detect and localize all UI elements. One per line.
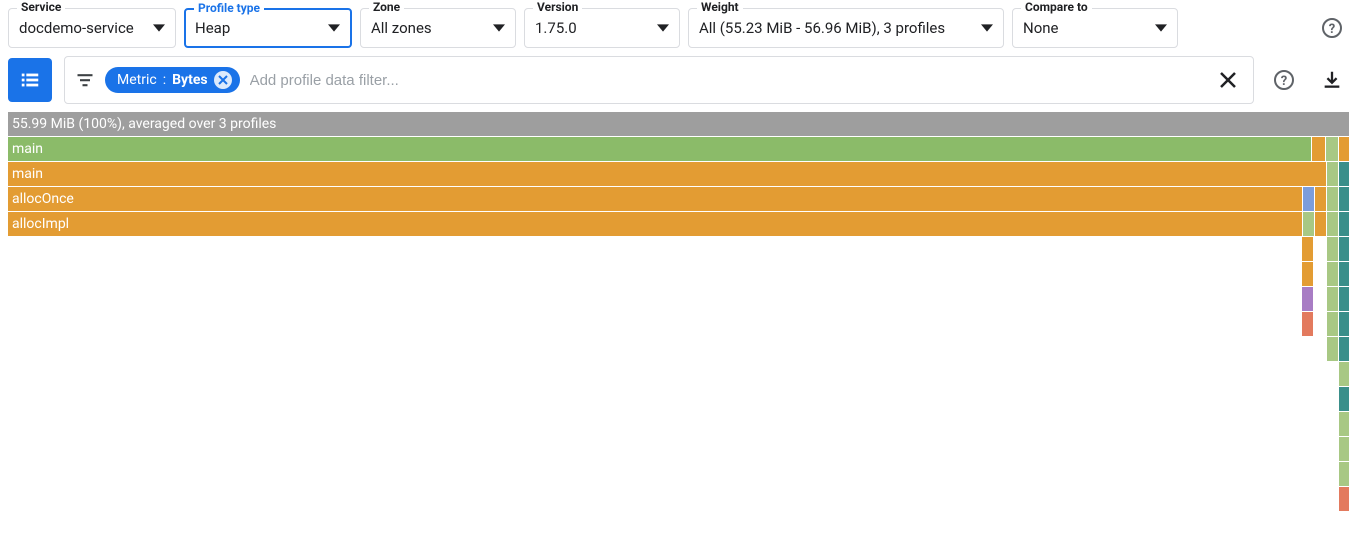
chevron-down-icon xyxy=(657,22,669,34)
flame-frame[interactable] xyxy=(1339,362,1349,386)
flame-row: main xyxy=(8,137,1350,161)
flame-row xyxy=(8,312,1350,336)
flame-frame[interactable] xyxy=(1302,237,1313,261)
list-icon xyxy=(19,69,41,91)
svg-text:?: ? xyxy=(1329,22,1335,37)
flame-row xyxy=(8,287,1350,311)
help-icon[interactable]: ? xyxy=(1266,62,1302,98)
profile-type-value: Heap xyxy=(195,19,230,37)
service-value: docdemo-service xyxy=(19,19,134,37)
flame-frame[interactable]: 55.99 MiB (100%), averaged over 3 profil… xyxy=(8,112,1349,136)
zone-value: All zones xyxy=(371,19,432,37)
flame-frame[interactable] xyxy=(1339,437,1349,461)
flame-frame[interactable] xyxy=(1302,312,1313,336)
version-dropdown[interactable]: Version 1.75.0 xyxy=(524,8,680,48)
flame-row xyxy=(8,412,1350,436)
flame-frame[interactable] xyxy=(1339,137,1349,161)
flame-frame[interactable]: allocImpl xyxy=(8,212,1302,236)
flame-row xyxy=(8,462,1350,486)
metric-chip-value: Bytes xyxy=(172,72,207,88)
flame-row xyxy=(8,262,1350,286)
flame-frame[interactable]: allocOnce xyxy=(8,187,1302,211)
flame-frame[interactable]: main xyxy=(8,162,1326,186)
flame-frame[interactable] xyxy=(1339,212,1349,236)
filter-input[interactable] xyxy=(250,72,1203,89)
flame-frame[interactable] xyxy=(1339,237,1349,261)
flame-row xyxy=(8,437,1350,461)
filter-icon[interactable] xyxy=(75,70,95,90)
flame-frame[interactable] xyxy=(1339,487,1349,511)
metric-chip-label: Metric xyxy=(117,72,157,88)
weight-value: All (55.23 MiB - 56.96 MiB), 3 profiles xyxy=(699,19,945,37)
filter-row: Metric : Bytes ? xyxy=(0,56,1358,112)
flame-row: allocImpl xyxy=(8,212,1350,236)
flame-frame[interactable] xyxy=(1339,462,1349,486)
flame-row xyxy=(8,337,1350,361)
filter-bar: Metric : Bytes xyxy=(64,56,1254,104)
zone-label: Zone xyxy=(369,0,404,14)
flame-frame[interactable] xyxy=(1339,187,1349,211)
flame-row: main xyxy=(8,162,1350,186)
flame-frame[interactable] xyxy=(1327,312,1338,336)
flame-frame[interactable] xyxy=(1312,137,1325,161)
flame-frame[interactable] xyxy=(1327,287,1338,311)
flame-frame[interactable] xyxy=(1339,287,1349,311)
flame-frame[interactable] xyxy=(1327,337,1338,361)
flame-row xyxy=(8,237,1350,261)
top-toolbar: Service docdemo-service Profile type Hea… xyxy=(0,0,1358,56)
flame-row: allocOnce xyxy=(8,187,1350,211)
flame-graph[interactable]: 55.99 MiB (100%), averaged over 3 profil… xyxy=(0,112,1358,511)
flame-frame[interactable] xyxy=(1327,162,1338,186)
flame-row xyxy=(8,387,1350,411)
compare-label: Compare to xyxy=(1021,0,1092,14)
flame-frame[interactable] xyxy=(1327,262,1338,286)
compare-dropdown[interactable]: Compare to None xyxy=(1012,8,1178,48)
list-view-button[interactable] xyxy=(8,58,52,102)
flame-row: 55.99 MiB (100%), averaged over 3 profil… xyxy=(8,112,1350,136)
flame-frame[interactable] xyxy=(1315,187,1326,211)
profile-type-dropdown[interactable]: Profile type Heap xyxy=(184,8,352,48)
weight-label: Weight xyxy=(697,0,743,14)
flame-frame[interactable]: main xyxy=(8,137,1311,161)
flame-row xyxy=(8,487,1350,511)
flame-frame[interactable] xyxy=(1339,162,1349,186)
flame-row xyxy=(8,362,1350,386)
chip-close-icon[interactable] xyxy=(214,71,232,89)
service-label: Service xyxy=(17,0,65,14)
metric-chip[interactable]: Metric : Bytes xyxy=(105,67,240,93)
version-value: 1.75.0 xyxy=(535,19,577,37)
flame-frame[interactable] xyxy=(1303,187,1314,211)
compare-value: None xyxy=(1023,19,1059,37)
profile-type-label: Profile type xyxy=(194,1,264,15)
flame-frame[interactable] xyxy=(1326,137,1338,161)
flame-frame[interactable] xyxy=(1302,262,1313,286)
chevron-down-icon xyxy=(328,22,340,34)
flame-frame[interactable] xyxy=(1327,212,1338,236)
flame-frame[interactable] xyxy=(1327,187,1338,211)
download-icon[interactable] xyxy=(1314,62,1350,98)
svg-text:?: ? xyxy=(1281,74,1287,89)
flame-frame[interactable] xyxy=(1339,412,1349,436)
flame-frame[interactable] xyxy=(1339,262,1349,286)
help-icon[interactable]: ? xyxy=(1314,10,1350,46)
flame-frame[interactable] xyxy=(1303,212,1314,236)
weight-dropdown[interactable]: Weight All (55.23 MiB - 56.96 MiB), 3 pr… xyxy=(688,8,1004,48)
chevron-down-icon xyxy=(1155,22,1167,34)
flame-frame[interactable] xyxy=(1339,312,1349,336)
chevron-down-icon xyxy=(981,22,993,34)
zone-dropdown[interactable]: Zone All zones xyxy=(360,8,516,48)
flame-frame[interactable] xyxy=(1302,287,1313,311)
service-dropdown[interactable]: Service docdemo-service xyxy=(8,8,176,48)
version-label: Version xyxy=(533,0,582,14)
clear-filter-icon[interactable] xyxy=(1213,71,1243,89)
flame-frame[interactable] xyxy=(1339,337,1349,361)
flame-frame[interactable] xyxy=(1327,237,1338,261)
flame-frame[interactable] xyxy=(1315,212,1326,236)
flame-frame[interactable] xyxy=(1339,387,1349,411)
chevron-down-icon xyxy=(153,22,165,34)
chevron-down-icon xyxy=(493,22,505,34)
